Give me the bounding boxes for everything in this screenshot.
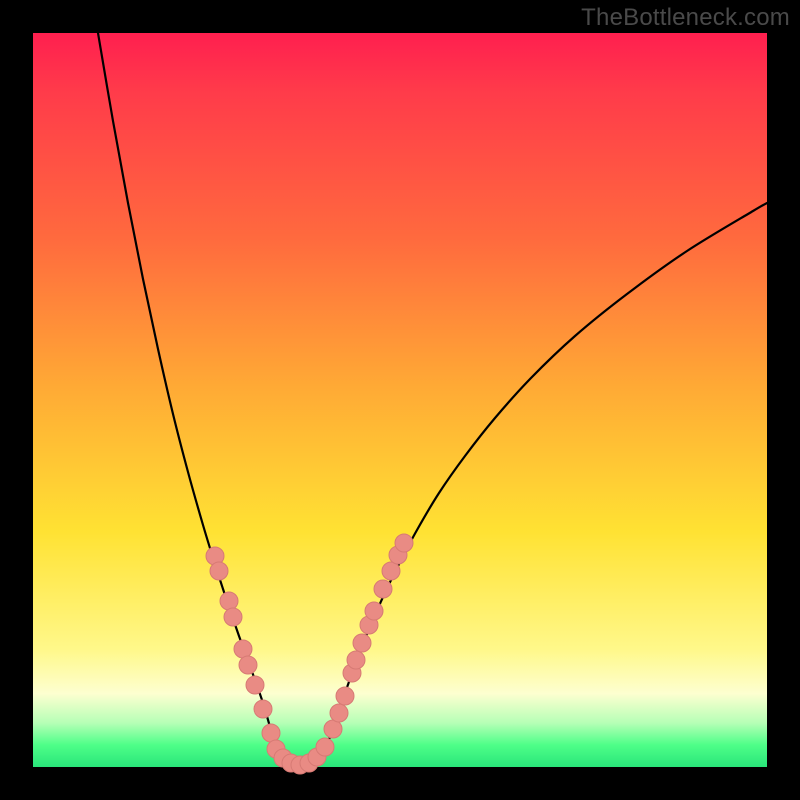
- markers-group: [206, 534, 413, 774]
- chart-svg: [33, 33, 767, 767]
- chart-frame: TheBottleneck.com: [0, 0, 800, 800]
- marker-point: [234, 640, 252, 658]
- marker-point: [239, 656, 257, 674]
- marker-point: [347, 651, 365, 669]
- marker-point: [246, 676, 264, 694]
- marker-point: [324, 720, 342, 738]
- marker-point: [220, 592, 238, 610]
- marker-point: [395, 534, 413, 552]
- plot-area: [33, 33, 767, 767]
- marker-point: [353, 634, 371, 652]
- watermark-label: TheBottleneck.com: [581, 4, 790, 32]
- marker-point: [365, 602, 383, 620]
- marker-point: [224, 608, 242, 626]
- marker-point: [262, 724, 280, 742]
- marker-point: [382, 562, 400, 580]
- marker-point: [254, 700, 272, 718]
- marker-point: [330, 704, 348, 722]
- marker-point: [316, 738, 334, 756]
- marker-point: [374, 580, 392, 598]
- curve-path: [98, 33, 767, 766]
- marker-point: [336, 687, 354, 705]
- marker-point: [210, 562, 228, 580]
